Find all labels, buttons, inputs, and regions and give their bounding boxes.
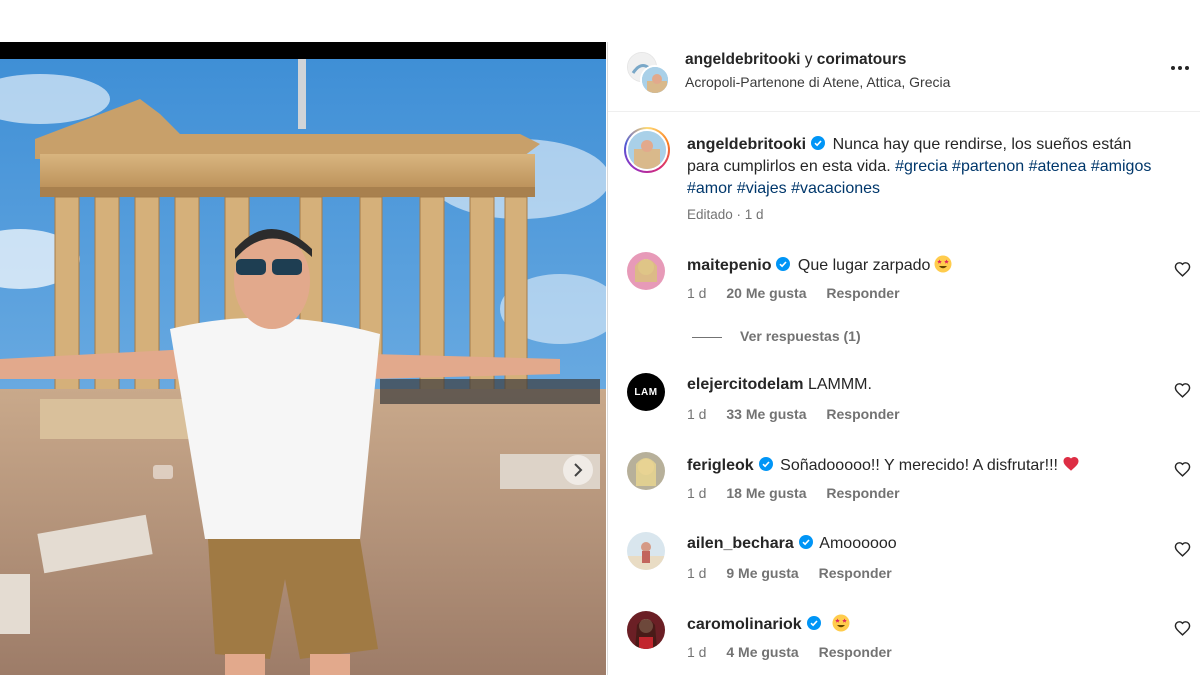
comment-age: 1 d [687,406,707,422]
view-replies-button[interactable]: Ver respuestas (1) [692,328,861,344]
more-icon-dot [1185,66,1189,70]
star-struck-emoji [832,614,850,632]
caption-meta: Editado · 1 d [687,207,764,222]
comment-text: ferigleok Soñadooooo!! Y merecido! A dis… [687,455,1080,475]
comment-text: elejercitodelam LAMMM. [687,376,872,394]
reply-button[interactable]: Responder [826,485,899,501]
reply-button[interactable]: Responder [826,406,899,422]
verified-icon [776,257,791,271]
heart-icon[interactable] [1174,541,1191,558]
more-icon [1171,66,1175,70]
comment-meta: 1 d 20 Me gusta Responder [687,285,916,301]
hashtag[interactable]: #partenon [952,158,1024,175]
comment-meta: 1 d 18 Me gusta Responder [687,485,916,501]
comment-body: Amoooooo [819,535,897,552]
comment-meta: 1 d 4 Me gusta Responder [687,644,908,660]
comment-body: LAMMM. [807,376,872,393]
comment-meta: 1 d 9 Me gusta Responder [687,565,908,581]
comment-text: ailen_bechara Amoooooo [687,535,897,553]
comment-item: ailen_bechara Amoooooo 1 d 9 Me gusta Re… [608,532,1200,602]
comment-username[interactable]: elejercitodelam [687,376,804,393]
comment-likes[interactable]: 33 Me gusta [726,406,806,422]
comment-username[interactable]: ferigleok [687,457,754,474]
photo-marker [153,465,173,479]
comment-username[interactable]: caromolinariok [687,616,802,633]
next-photo-button[interactable] [563,455,593,485]
caption-text: angeldebritooki Nunca hay que rendirse, … [687,134,1167,200]
comment-body: Soñadooooo!! Y merecido! A disfrutar!!! [780,457,1058,474]
post-header: angeldebritooki y corimatours Acropoli-P… [608,42,1200,112]
hashtag[interactable]: #vacaciones [791,180,880,197]
collab-avatars[interactable] [627,52,671,96]
hashtag[interactable]: #viajes [737,180,787,197]
verified-icon [758,457,773,471]
comment-username[interactable]: maitepenio [687,257,771,274]
view-replies-label: Ver respuestas (1) [740,328,861,344]
comment-item: LAM elejercitodelam LAMMM. 1 d 33 Me gus… [608,373,1200,443]
caption-avatar-ring[interactable] [624,127,670,173]
hashtag[interactable]: #grecia [895,158,947,175]
comment-text: maitepenio Que lugar zarpado [687,255,952,275]
post-caption: angeldebritooki Nunca hay que rendirse, … [608,122,1200,232]
commenter-avatar[interactable] [627,452,665,490]
more-icon-dot [1178,66,1182,70]
commenter-avatar[interactable]: LAM [627,373,665,411]
parthenon-photo [0,59,606,675]
author-avatar [640,65,670,95]
red-heart-emoji [1063,456,1079,471]
post-media [0,42,606,675]
post-location[interactable]: Acropoli-Partenone di Atene, Attica, Gre… [685,74,950,90]
comment-item: ferigleok Soñadooooo!! Y merecido! A dis… [608,452,1200,522]
reply-button[interactable]: Responder [819,565,892,581]
heart-icon[interactable] [1174,261,1191,278]
verified-icon [811,136,826,150]
comment-age: 1 d [687,565,707,581]
hashtag[interactable]: #atenea [1029,158,1087,175]
avatar-logo-text: LAM [634,386,658,398]
hashtag[interactable]: #amor [687,180,732,197]
commenter-avatar[interactable] [627,611,665,649]
comment-age: 1 d [687,644,707,660]
hashtag[interactable]: #amigos [1091,158,1151,175]
comment-item: maitepenio Que lugar zarpado 1 d 20 Me g… [608,252,1200,322]
caption-avatar [626,129,668,171]
author-username[interactable]: angeldebritooki [685,51,800,68]
replies-divider [692,336,722,338]
post-authors: angeldebritooki y corimatours [685,51,906,69]
comment-meta: 1 d 33 Me gusta Responder [687,406,916,422]
comment-age: 1 d [687,485,707,501]
heart-icon[interactable] [1174,461,1191,478]
heart-icon[interactable] [1174,382,1191,399]
comment-likes[interactable]: 18 Me gusta [726,485,806,501]
post-photo [0,59,606,675]
authors-connector: y [804,51,813,68]
comment-age: 1 d [687,285,707,301]
star-struck-emoji [934,255,952,273]
comment-username[interactable]: ailen_bechara [687,535,794,552]
commenter-avatar[interactable] [627,532,665,570]
heart-icon[interactable] [1174,620,1191,637]
coauthor-username[interactable]: corimatours [817,51,907,68]
more-options-button[interactable] [1167,58,1193,78]
chevron-right-icon [574,463,583,477]
reply-button[interactable]: Responder [826,285,899,301]
post-details-panel: angeldebritooki y corimatours Acropoli-P… [607,42,1200,675]
comment-likes[interactable]: 4 Me gusta [726,644,798,660]
caption-username[interactable]: angeldebritooki [687,136,806,153]
page-top-background [0,0,1200,42]
comment-item: caromolinariok 1 d 4 Me gusta Responder [608,611,1200,675]
comment-body: Que lugar zarpado [797,257,931,274]
comment-likes[interactable]: 20 Me gusta [726,285,806,301]
comment-likes[interactable]: 9 Me gusta [726,565,798,581]
commenter-avatar[interactable] [627,252,665,290]
media-top-bar [0,42,606,59]
verified-icon [806,616,821,630]
verified-icon [798,535,813,549]
reply-button[interactable]: Responder [819,644,892,660]
comment-text: caromolinariok [687,614,850,634]
